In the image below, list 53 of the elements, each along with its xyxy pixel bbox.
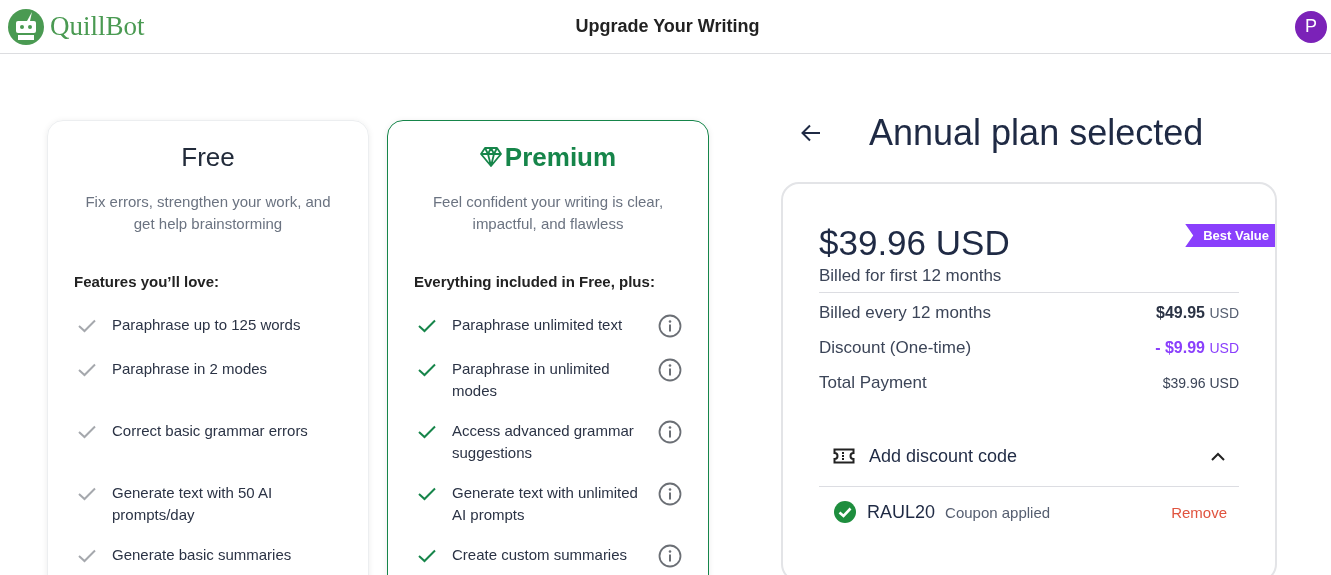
success-check-icon [833, 500, 857, 524]
best-value-badge: Best Value [1185, 224, 1275, 247]
features-heading: Features you’ll love: [74, 273, 221, 290]
check-icon [78, 363, 96, 377]
feature-text: Create custom summaries [452, 545, 629, 565]
feature-text: Paraphrase up to 125 words [112, 315, 302, 335]
check-icon [418, 319, 436, 333]
feature-text: Paraphrase in unlimited modes [452, 359, 611, 401]
coupon-status: Coupon applied [945, 503, 1052, 521]
info-icon[interactable] [658, 544, 682, 568]
plan-name: Free [181, 141, 235, 173]
check-icon [78, 319, 96, 333]
info-icon[interactable] [658, 358, 682, 382]
price-text: $39.96 USD [819, 222, 1010, 264]
feature-text: Access advanced grammar suggestions [452, 421, 635, 463]
feature-text: Paraphrase in 2 modes [112, 359, 269, 379]
check-icon [78, 487, 96, 501]
plan-description: Feel confident your writing is clear, impactful, and flawless [431, 192, 665, 234]
check-icon [418, 363, 436, 377]
line-amount: $49.95 USD [1156, 304, 1239, 322]
line-amount: $39.96 USD [1162, 375, 1239, 391]
remove-link[interactable]: Remove [1171, 503, 1227, 521]
info-icon[interactable] [658, 420, 682, 444]
diamond-icon [479, 147, 502, 167]
checkout-title: Annual plan selected [869, 112, 1204, 154]
line-label: Discount (One-time) [819, 338, 972, 358]
robot-logo-icon [8, 8, 44, 45]
line-label: Total Payment [819, 373, 927, 393]
plan-description: Fix errors, strengthen your work, and get help brainstorming [84, 192, 332, 234]
feature-text: Generate text with 50 AI prompts/day [112, 483, 274, 525]
check-icon [78, 425, 96, 439]
plan-name: Premium [504, 141, 617, 173]
billing-note: Billed for first 12 months [819, 266, 1003, 286]
caret-icon [1211, 451, 1225, 461]
avatar-button[interactable]: P [1295, 10, 1327, 43]
feature-text: Generate basic summaries [112, 545, 293, 565]
feature-text: Generate text with unlimited AI prompts [452, 483, 639, 525]
features-heading: Everything included in Free, plus: [414, 273, 656, 290]
ticket-icon [833, 448, 855, 464]
back-arrow-icon[interactable] [801, 124, 821, 142]
line-amount: - $9.99 USD [1155, 339, 1239, 357]
feature-text: Paraphrase unlimited text [452, 315, 624, 335]
check-icon [418, 549, 436, 563]
check-icon [78, 549, 96, 563]
check-icon [418, 487, 436, 501]
page-title: Upgrade Your Writing [575, 16, 760, 37]
check-icon [418, 425, 436, 439]
feature-text: Correct basic grammar errors [112, 421, 309, 441]
coupon-code: RAUL20 [867, 501, 936, 523]
line-label: Billed every 12 months [819, 303, 991, 323]
discount-accordion[interactable]: Add discount code [819, 432, 1239, 480]
info-icon[interactable] [658, 314, 682, 338]
info-icon[interactable] [658, 482, 682, 506]
